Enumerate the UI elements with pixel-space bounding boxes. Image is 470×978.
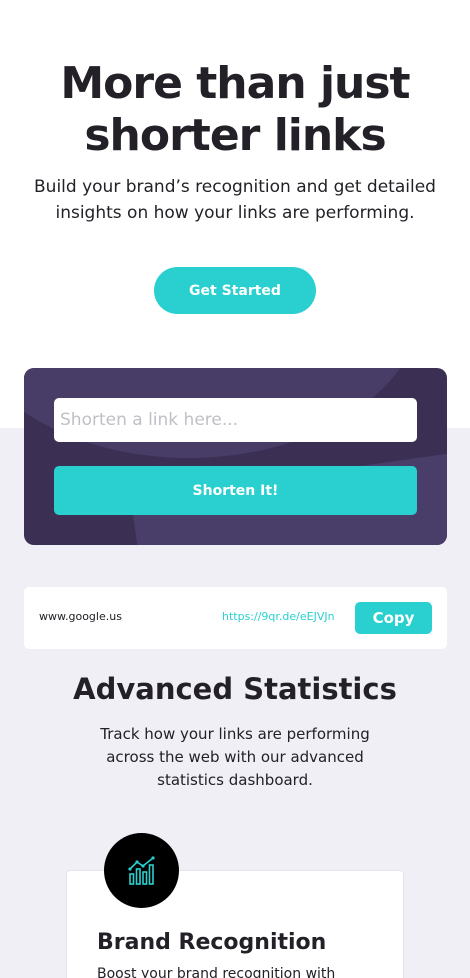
feature-description: Boost your brand recognition with xyxy=(97,966,336,978)
get-started-button[interactable]: Get Started xyxy=(154,267,316,314)
hero-title-line-2: shorter links xyxy=(84,110,386,161)
chart-bars-icon xyxy=(127,855,155,885)
shorten-form: Shorten It! xyxy=(24,368,447,545)
short-url-link[interactable]: https://9qr.de/eEJVJn xyxy=(222,610,335,623)
hero-title: More than just shorter links xyxy=(0,58,470,162)
hero-subtitle: Build your brand’s recognition and get d… xyxy=(34,177,436,223)
statistics-subtitle: Track how your links are performing acro… xyxy=(100,725,370,789)
original-url: www.google.us xyxy=(39,610,122,623)
statistics-title: Advanced Statistics xyxy=(73,672,397,706)
shortened-link-result: www.google.us https://9qr.de/eEJVJn Copy xyxy=(24,587,447,649)
feature-title: Brand Recognition xyxy=(97,930,327,955)
shorten-it-button[interactable]: Shorten It! xyxy=(54,466,417,515)
hero-title-line-1: More than just xyxy=(60,58,410,109)
copy-button[interactable]: Copy xyxy=(355,602,432,634)
feature-icon-container xyxy=(104,833,179,908)
shorten-link-input[interactable] xyxy=(54,398,417,442)
